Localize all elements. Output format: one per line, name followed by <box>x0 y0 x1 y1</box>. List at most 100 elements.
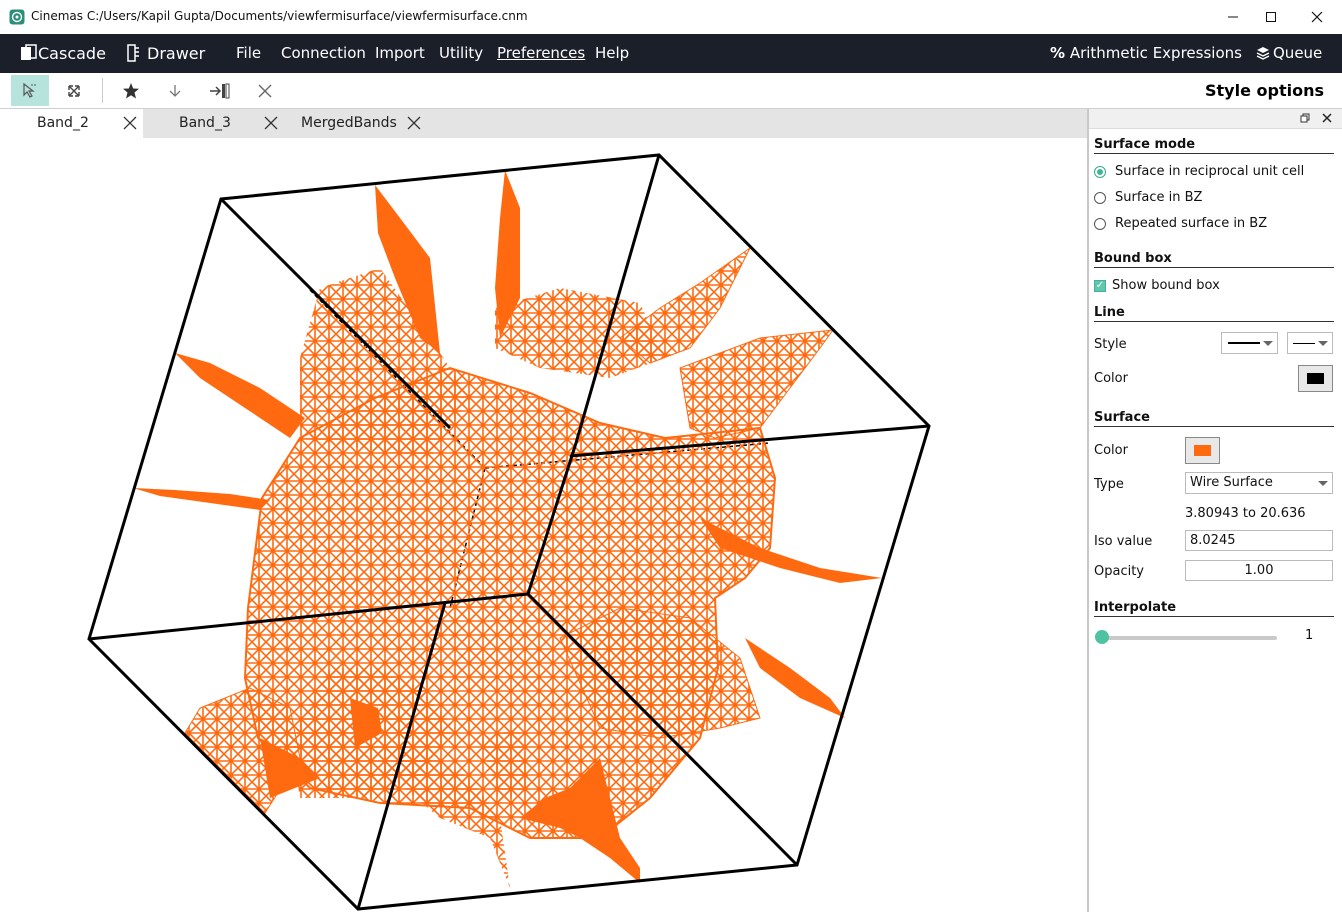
cascade-icon <box>21 44 37 60</box>
tab-label: Band_2 <box>37 115 89 131</box>
cascade-menu[interactable]: Cascade <box>20 34 106 73</box>
menu-help[interactable]: Help <box>595 34 629 73</box>
divider <box>1094 321 1334 322</box>
minimize-icon <box>1228 16 1238 18</box>
close-window-button[interactable] <box>1294 0 1340 34</box>
arrow-into-icon <box>210 83 230 98</box>
line-style-select[interactable] <box>1221 332 1278 354</box>
radio-surface-in-bz[interactable] <box>1094 192 1106 204</box>
float-panel-icon[interactable] <box>1300 113 1310 123</box>
app-name: Cinemas <box>31 9 83 23</box>
tab-label: MergedBands <box>301 115 397 131</box>
surface-color-label: Color <box>1094 443 1128 458</box>
bound-box-title: Bound box <box>1094 251 1172 266</box>
queue-menu[interactable]: Queue <box>1256 34 1322 73</box>
3d-viewport[interactable] <box>0 138 1087 912</box>
divider <box>1094 426 1334 427</box>
toolbar: Style options <box>0 73 1342 109</box>
close-icon[interactable] <box>264 116 278 130</box>
tab-merged-bands[interactable]: MergedBands <box>285 109 435 138</box>
arithmetic-expressions-menu[interactable]: % Arithmetic Expressions <box>1050 34 1242 73</box>
chevron-down-icon <box>1263 341 1273 346</box>
app-logo-icon <box>9 9 25 25</box>
show-bound-box-label[interactable]: Show bound box <box>1112 278 1220 293</box>
close-icon <box>258 84 272 97</box>
maximize-icon <box>1266 12 1276 22</box>
fit-view-button[interactable] <box>55 75 93 106</box>
tab-band-2[interactable]: Band_2 <box>0 109 143 138</box>
move-down-button[interactable] <box>156 75 194 106</box>
surface-color-button[interactable] <box>1185 437 1220 464</box>
fermi-surface-render <box>87 153 931 911</box>
iso-value-input[interactable]: 8.0245 <box>1185 530 1333 551</box>
style-options-title: Style options <box>1205 81 1324 100</box>
menu-bar: Cascade Drawer File Connection Import Ut… <box>0 34 1342 73</box>
line-color-swatch <box>1307 373 1324 384</box>
window-title: Cinemas C:/Users/Kapil Gupta/Documents/v… <box>31 9 528 23</box>
divider <box>1094 153 1334 154</box>
interpolate-slider-track[interactable] <box>1102 636 1277 640</box>
queue-label: Queue <box>1273 44 1323 62</box>
line-title: Line <box>1094 305 1125 320</box>
surface-type-label: Type <box>1094 477 1124 492</box>
arithmetic-label: Arithmetic Expressions <box>1069 44 1242 62</box>
surface-title: Surface <box>1094 410 1150 425</box>
close-icon[interactable] <box>407 116 421 130</box>
solid-line-swatch <box>1228 342 1260 344</box>
opacity-label: Opacity <box>1094 564 1145 579</box>
drawer-label: Drawer <box>147 44 206 63</box>
surface-mode-title: Surface mode <box>1094 137 1196 152</box>
chevron-down-icon <box>1318 341 1328 346</box>
thin-line-swatch <box>1293 343 1315 344</box>
chevron-down-icon <box>1318 481 1328 486</box>
show-bound-box-checkbox[interactable]: ✓ <box>1094 280 1106 292</box>
toolbar-separator <box>102 78 103 103</box>
cascade-label: Cascade <box>38 44 106 63</box>
close-icon[interactable] <box>123 116 137 130</box>
line-color-label: Color <box>1094 371 1128 386</box>
divider <box>1094 616 1334 617</box>
maximize-button[interactable] <box>1248 0 1294 34</box>
panel-header <box>1089 109 1342 129</box>
radio-label[interactable]: Surface in BZ <box>1115 190 1202 205</box>
expand-arrows-icon <box>68 84 80 97</box>
menu-connection[interactable]: Connection <box>281 34 366 73</box>
import-into-button[interactable] <box>201 75 239 106</box>
radio-reciprocal-unit-cell[interactable] <box>1094 166 1106 178</box>
radio-label[interactable]: Surface in reciprocal unit cell <box>1115 164 1304 179</box>
menu-utility[interactable]: Utility <box>439 34 483 73</box>
line-width-select[interactable] <box>1287 332 1333 354</box>
menu-import[interactable]: Import <box>375 34 425 73</box>
iso-range-text: 3.80943 to 20.636 <box>1185 506 1306 521</box>
surface-type-select[interactable]: Wire Surface <box>1185 472 1333 494</box>
percent-icon: % <box>1050 44 1066 62</box>
tab-bar: Band_2 Band_3 MergedBands <box>0 109 1087 138</box>
clear-button[interactable] <box>246 75 284 106</box>
tab-label: Band_3 <box>179 115 231 131</box>
divider <box>1094 267 1334 268</box>
tab-band-3[interactable]: Band_3 <box>143 109 285 138</box>
fermi-surface-mesh <box>133 170 882 888</box>
star-icon <box>123 82 139 98</box>
surface-color-swatch <box>1194 445 1211 456</box>
radio-repeated-surface-in-bz[interactable] <box>1094 218 1106 230</box>
opacity-input[interactable]: 1.00 <box>1185 560 1333 581</box>
select-tool-button[interactable] <box>11 75 49 106</box>
style-options-panel: Surface mode Surface in reciprocal unit … <box>1089 109 1342 912</box>
favorite-button[interactable] <box>112 75 150 106</box>
interpolate-value: 1 <box>1305 628 1314 643</box>
close-icon[interactable] <box>1322 113 1332 123</box>
interpolate-slider-handle[interactable] <box>1095 630 1109 644</box>
file-path: C:/Users/Kapil Gupta/Documents/viewfermi… <box>86 9 528 23</box>
close-icon <box>1311 11 1323 23</box>
title-bar: Cinemas C:/Users/Kapil Gupta/Documents/v… <box>0 0 1342 35</box>
drawer-menu[interactable]: Drawer <box>127 34 205 73</box>
iso-value-label: Iso value <box>1094 534 1153 549</box>
menu-file[interactable]: File <box>236 34 261 73</box>
arrow-down-icon <box>169 84 181 97</box>
line-color-button[interactable] <box>1298 365 1333 392</box>
layers-icon <box>1256 47 1270 60</box>
menu-preferences[interactable]: Preferences <box>497 34 585 73</box>
radio-label[interactable]: Repeated surface in BZ <box>1115 216 1267 231</box>
interpolate-title: Interpolate <box>1094 600 1177 615</box>
